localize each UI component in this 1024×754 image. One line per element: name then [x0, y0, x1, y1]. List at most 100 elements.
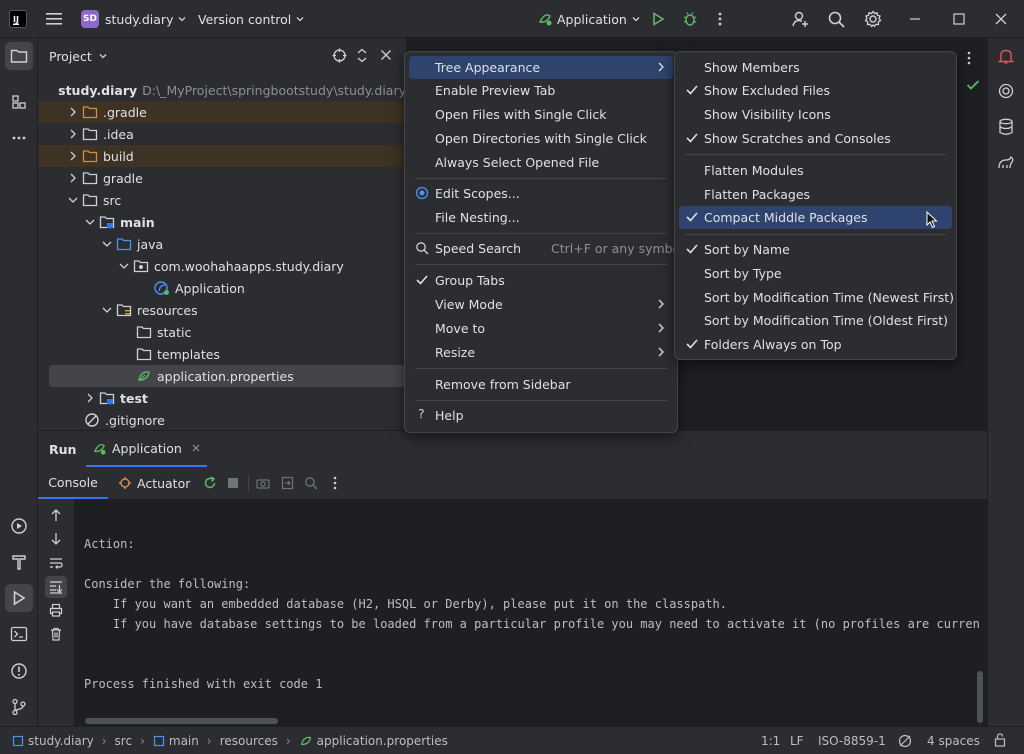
menu-item-show-visibility-icons[interactable]: Show Visibility Icons: [679, 103, 952, 126]
settings-icon[interactable]: [864, 0, 882, 38]
more-icon[interactable]: [717, 0, 723, 38]
tree-item-test[interactable]: test: [38, 387, 406, 409]
collapsed-arrow-icon[interactable]: [66, 127, 80, 141]
run-tool-icon[interactable]: [5, 584, 33, 612]
more-tools-icon[interactable]: [5, 124, 33, 152]
menu-item-open-files-single-click[interactable]: Open Files with Single Click: [409, 103, 673, 126]
tree-item-java[interactable]: java: [38, 233, 406, 255]
menu-item-remove-from-sidebar[interactable]: Remove from Sidebar: [409, 373, 673, 396]
build-tool-icon[interactable]: [5, 548, 33, 576]
app-logo-icon[interactable]: IJ: [9, 0, 27, 38]
tab-actuator[interactable]: Actuator: [118, 467, 190, 499]
collapsed-arrow-icon[interactable]: [66, 149, 80, 163]
project-panel-title[interactable]: Project: [49, 49, 92, 64]
breadcrumb-item[interactable]: main: [169, 734, 199, 748]
caret-position[interactable]: 1:1: [761, 734, 780, 748]
breadcrumb-item[interactable]: study.diary: [28, 734, 94, 748]
menu-item-show-members[interactable]: Show Members: [679, 56, 952, 79]
menu-item-group-tabs[interactable]: Group Tabs: [409, 269, 673, 292]
line-separator[interactable]: LF: [790, 734, 804, 748]
collapsed-arrow-icon[interactable]: [66, 171, 80, 185]
menu-item-compact-middle-packages[interactable]: Compact Middle Packages: [679, 206, 952, 229]
expanded-arrow-icon[interactable]: [83, 215, 97, 229]
tree-item-templates[interactable]: templates: [38, 343, 406, 365]
file-encoding[interactable]: ISO-8859-1: [818, 734, 886, 748]
menu-item-tree-appearance[interactable]: Tree Appearance: [409, 56, 673, 79]
collapsed-arrow-icon[interactable]: [83, 391, 97, 405]
menu-item-file-nesting[interactable]: File Nesting...: [409, 206, 673, 229]
import-icon[interactable]: [281, 476, 294, 490]
run-config-selector[interactable]: Application: [537, 0, 641, 38]
tree-item-application[interactable]: Application: [38, 277, 406, 299]
horizontal-scrollbar[interactable]: [85, 718, 278, 724]
expanded-arrow-icon[interactable]: [66, 193, 80, 207]
soft-wrap-icon[interactable]: [49, 556, 63, 570]
terminal-tool-icon[interactable]: [5, 620, 33, 648]
menu-item-resize[interactable]: Resize: [409, 341, 673, 364]
console-output[interactable]: Action: Consider the following: If you w…: [74, 499, 987, 727]
search-icon[interactable]: [828, 0, 845, 38]
stop-icon[interactable]: [227, 477, 239, 489]
run-icon[interactable]: [651, 0, 665, 38]
menu-item-sort-by-time-oldest[interactable]: Sort by Modification Time (Oldest First): [679, 309, 952, 332]
tree-item-study-diary[interactable]: study.diary D:\_MyProject\springbootstud…: [38, 79, 406, 101]
expanded-arrow-icon[interactable]: [50, 83, 51, 97]
menu-item-help[interactable]: ? Help: [409, 404, 673, 427]
notifications-icon[interactable]: [992, 42, 1020, 70]
rerun-icon[interactable]: [203, 476, 217, 490]
debug-icon[interactable]: [682, 0, 698, 38]
hide-panel-icon[interactable]: [380, 49, 392, 61]
tree-item-gradle[interactable]: gradle: [38, 167, 406, 189]
hamburger-icon[interactable]: [46, 0, 62, 38]
expand-all-icon[interactable]: [356, 48, 368, 63]
more-icon[interactable]: [332, 476, 338, 490]
tree-item-static[interactable]: static: [38, 321, 406, 343]
menu-item-show-excluded-files[interactable]: Show Excluded Files: [679, 79, 952, 102]
expanded-arrow-icon[interactable]: [117, 259, 131, 273]
add-user-icon[interactable]: [791, 0, 809, 38]
tree-item-resources[interactable]: resources: [38, 299, 406, 321]
structure-tool-icon[interactable]: [5, 88, 33, 116]
no-inspection-icon[interactable]: [898, 734, 912, 748]
tree-item-package[interactable]: com.woohahaapps.study.diary: [38, 255, 406, 277]
menu-item-speed-search[interactable]: Speed Search Ctrl+F or any symbol: [409, 237, 684, 260]
maximize-icon[interactable]: [953, 0, 965, 38]
menu-item-sort-by-type[interactable]: Sort by Type: [679, 262, 952, 285]
chevron-down-icon[interactable]: [98, 51, 108, 61]
menu-item-edit-scopes[interactable]: Edit Scopes...: [409, 182, 673, 205]
close-tab-icon[interactable]: [191, 443, 201, 453]
tree-item-gradle-dir[interactable]: .gradle: [38, 101, 406, 123]
unlock-icon[interactable]: [994, 733, 1006, 747]
tab-console[interactable]: Console: [38, 467, 108, 499]
vcs-selector[interactable]: Version control: [198, 0, 305, 38]
gradle-icon[interactable]: [992, 149, 1020, 177]
down-arrow-icon[interactable]: [50, 532, 62, 546]
menu-item-flatten-packages[interactable]: Flatten Packages: [679, 183, 952, 206]
menu-item-sort-by-name[interactable]: Sort by Name: [679, 238, 952, 261]
search-profiler-icon[interactable]: [304, 476, 318, 490]
menu-item-flatten-modules[interactable]: Flatten Modules: [679, 159, 952, 182]
menu-item-always-select-opened[interactable]: Always Select Opened File: [409, 151, 673, 174]
expanded-arrow-icon[interactable]: [100, 237, 114, 251]
up-arrow-icon[interactable]: [50, 508, 62, 522]
camera-icon[interactable]: [256, 477, 270, 489]
breadcrumb-item[interactable]: application.properties: [317, 734, 448, 748]
scroll-to-end-button[interactable]: [45, 576, 67, 598]
menu-item-move-to[interactable]: Move to: [409, 317, 673, 340]
ai-assistant-icon[interactable]: [992, 77, 1020, 105]
project-tool-icon[interactable]: [5, 42, 33, 70]
menu-item-enable-preview-tab[interactable]: Enable Preview Tab: [409, 79, 673, 102]
project-selector[interactable]: SD study.diary: [81, 0, 187, 38]
expanded-arrow-icon[interactable]: [100, 303, 114, 317]
close-icon[interactable]: [995, 0, 1007, 38]
collapsed-arrow-icon[interactable]: [66, 105, 80, 119]
tree-item-application-properties[interactable]: application.properties: [49, 365, 406, 387]
breadcrumb-item[interactable]: src: [115, 734, 133, 748]
menu-item-open-dirs-single-click[interactable]: Open Directories with Single Click: [409, 127, 673, 150]
git-tool-icon[interactable]: [5, 693, 33, 721]
print-icon[interactable]: [49, 603, 63, 617]
tree-item-idea[interactable]: .idea: [38, 123, 406, 145]
minimize-icon[interactable]: [909, 0, 921, 38]
breadcrumb-item[interactable]: resources: [220, 734, 278, 748]
locate-icon[interactable]: [332, 48, 347, 63]
